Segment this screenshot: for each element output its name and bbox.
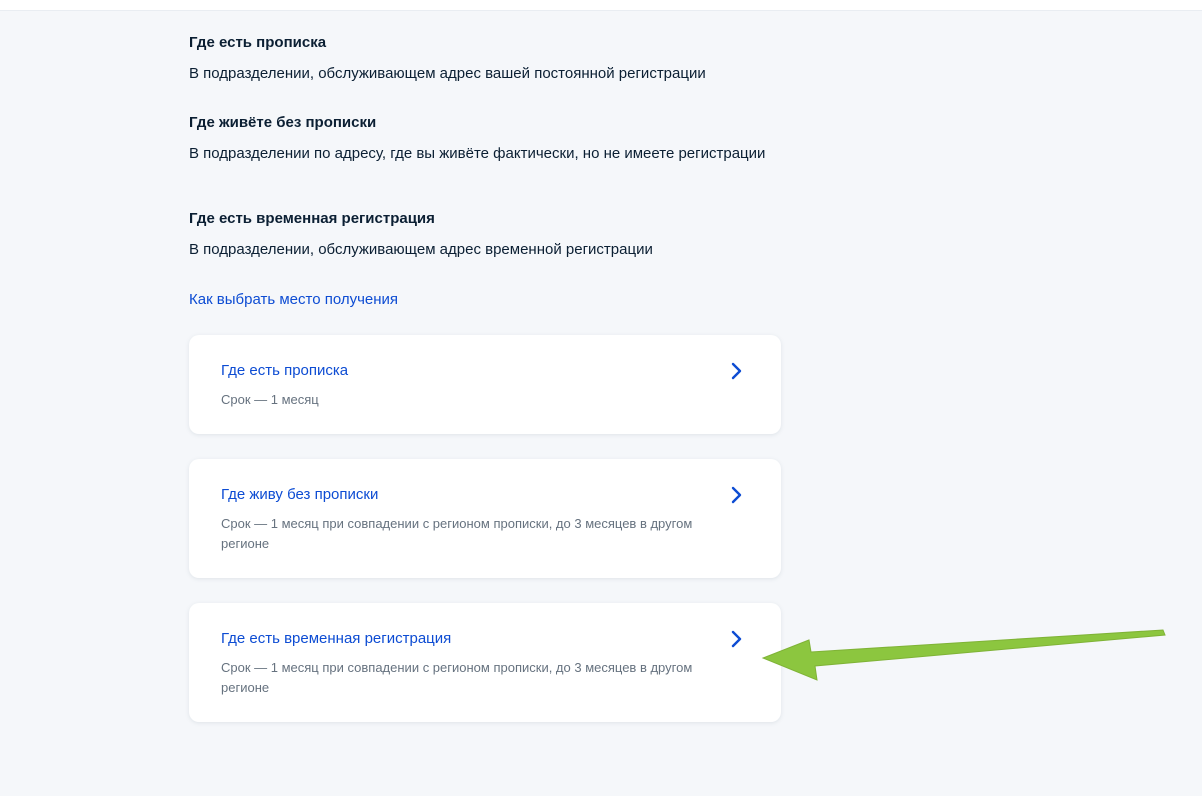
option-card-temporary[interactable]: Где есть временная регистрация Срок — 1 … [189,603,781,722]
section-title: Где есть временная регистрация [189,210,435,227]
option-title[interactable]: Где есть прописка [221,361,348,381]
option-card-permanent[interactable]: Где есть прописка Срок — 1 месяц [189,335,781,434]
chevron-right-icon[interactable] [729,362,745,380]
option-title[interactable]: Где живу без прописки [221,485,378,505]
option-title[interactable]: Где есть временная регистрация [221,629,451,649]
info-content: Где есть прописка В подразделении, обслу… [189,32,781,312]
section-text: В подразделении, обслуживающем адрес вре… [189,241,653,258]
option-subtitle: Срок — 1 месяц при совпадении с регионом… [221,660,693,695]
chevron-right-icon[interactable] [729,630,745,648]
info-section-temporary: Где есть временная регистрация В подразд… [189,208,781,280]
green-arrow-icon [761,629,1166,681]
top-bar [0,0,1202,11]
option-card-no-registration[interactable]: Где живу без прописки Срок — 1 месяц при… [189,459,781,578]
info-section-no-registration: Где живёте без прописки В подразделении … [189,112,781,208]
page: Где есть прописка В подразделении, обслу… [0,0,1202,796]
chevron-right-icon[interactable] [729,486,745,504]
option-subtitle: Срок — 1 месяц [221,392,319,407]
section-text: В подразделении по адресу, где вы живёте… [189,145,766,162]
how-to-choose-link[interactable]: Как выбрать место получения [189,288,398,312]
section-title: Где есть прописка [189,34,327,51]
section-title: Где живёте без прописки [189,114,377,131]
section-text: В подразделении, обслуживающем адрес ваш… [189,65,706,82]
option-subtitle: Срок — 1 месяц при совпадении с регионом… [221,516,693,551]
info-section-permanent: Где есть прописка В подразделении, обслу… [189,32,781,104]
